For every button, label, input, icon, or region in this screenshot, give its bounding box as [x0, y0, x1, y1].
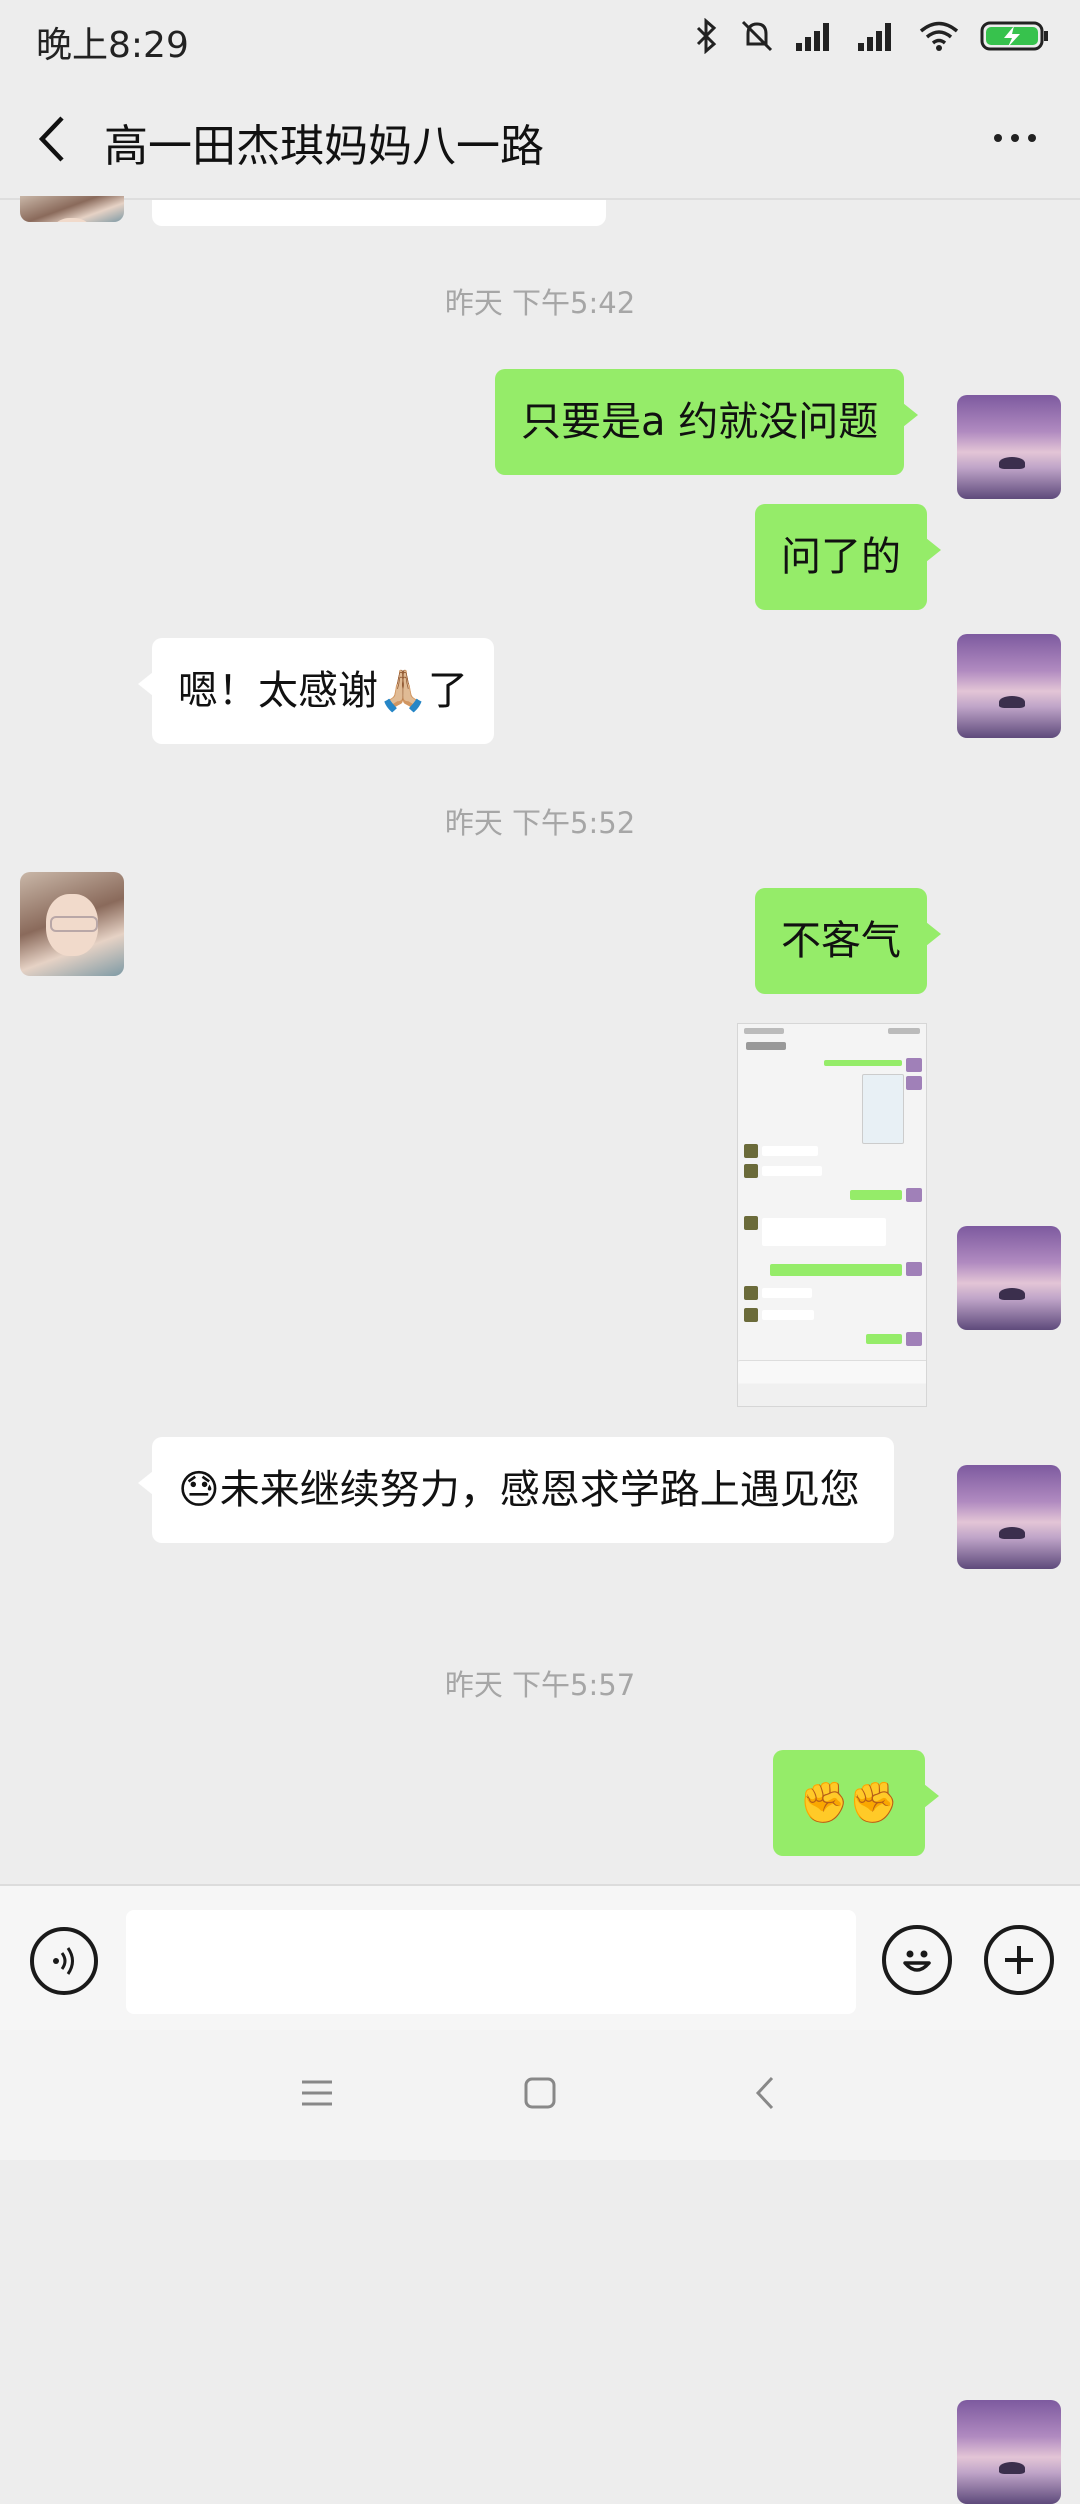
timestamp: 昨天 下午5:57: [444, 1668, 636, 1702]
shared-screenshot-image[interactable]: [737, 1023, 927, 1407]
my-avatar[interactable]: [957, 1226, 1061, 1330]
home-square-icon[interactable]: [523, 2076, 557, 2110]
mute-icon: [741, 20, 773, 52]
message-text: 不客气: [781, 918, 901, 964]
signal-icon: [858, 23, 891, 51]
my-message-bubble[interactable]: 不客气: [755, 888, 941, 994]
battery-charging-icon: [980, 21, 1048, 51]
input-bar: [0, 1884, 1080, 2032]
partial-message-bubble: [152, 200, 606, 226]
message-text: 未来继续努力，感恩求学路上遇见您: [219, 1467, 860, 1513]
menu-icon[interactable]: [300, 2078, 334, 2108]
pray-emoji: 🙏🏼: [378, 668, 428, 714]
my-avatar[interactable]: [957, 395, 1061, 499]
contact-avatar[interactable]: [20, 196, 124, 222]
emoji-icon[interactable]: [882, 1925, 952, 1995]
status-bar: 晚上8:29: [0, 0, 1080, 80]
my-avatar[interactable]: [957, 634, 1061, 738]
my-message-bubble[interactable]: ✊✊: [773, 1750, 939, 1856]
voice-icon[interactable]: [30, 1927, 98, 1995]
back-icon[interactable]: [752, 2074, 778, 2112]
fist-emoji: ✊✊: [799, 1780, 899, 1826]
my-message-bubble[interactable]: 只要是a 约就没问题: [495, 369, 919, 475]
chat-title: 高一田杰琪妈妈八一路: [104, 121, 544, 172]
sweat-emoji: 😓: [178, 1467, 220, 1513]
wifi-icon: [919, 21, 959, 51]
status-time: 晚上8:29: [36, 25, 189, 66]
message-text: 问了的: [781, 534, 901, 580]
bluetooth-icon: [696, 18, 717, 54]
my-avatar[interactable]: [957, 2400, 1061, 2504]
chevron-left-icon[interactable]: [34, 114, 68, 164]
status-icons: [694, 18, 1050, 54]
contact-message-bubble[interactable]: 嗯！太感谢🙏🏼了: [138, 638, 494, 744]
message-text: 嗯！太感谢: [178, 668, 378, 714]
contact-avatar[interactable]: [20, 872, 124, 976]
signal-icon: [796, 23, 829, 51]
message-text: 只要是a 约就没问题: [521, 399, 879, 445]
contact-message-bubble[interactable]: 😓未来继续努力，感恩求学路上遇见您: [138, 1437, 894, 1543]
timestamp: 昨天 下午5:52: [444, 806, 636, 840]
more-dots-icon[interactable]: [994, 134, 1036, 142]
timestamp: 昨天 下午5:42: [444, 286, 636, 320]
message-input[interactable]: [126, 1910, 856, 2014]
chat-header: 高一田杰琪妈妈八一路: [0, 80, 1080, 200]
plus-icon[interactable]: [984, 1925, 1054, 1995]
my-message-bubble[interactable]: 问了的: [755, 504, 941, 610]
my-avatar[interactable]: [957, 1465, 1061, 1569]
system-nav-bar: [0, 2030, 1080, 2160]
message-text: 了: [427, 668, 468, 714]
